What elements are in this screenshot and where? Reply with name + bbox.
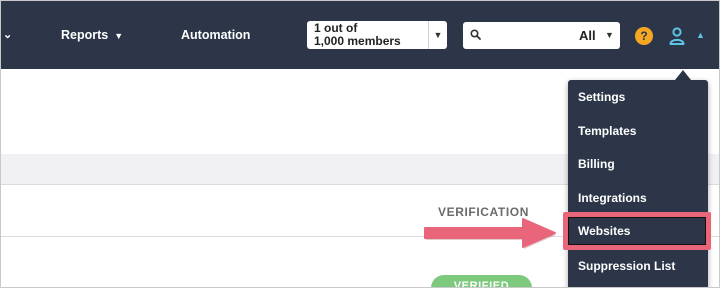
member-count-value: 1 out of 1,000 members: [314, 21, 401, 48]
search-scope-select[interactable]: All: [579, 28, 596, 43]
menu-item-templates[interactable]: Templates: [578, 124, 636, 138]
help-icon[interactable]: ?: [635, 27, 653, 45]
top-navigation-bar: ⌄ Reports ▼ Automation 1 out of 1,000 mem…: [1, 1, 719, 69]
menu-item-integrations[interactable]: Integrations: [578, 191, 647, 205]
chevron-down-icon: ▼: [114, 31, 124, 41]
chevron-down-icon[interactable]: ⌄: [3, 28, 12, 41]
chevron-down-icon[interactable]: ▼: [428, 21, 447, 49]
arrow-right-icon: [424, 218, 556, 249]
status-badge: VERIFIED: [431, 275, 532, 287]
user-dropdown-menu: Settings Templates Billing Integrations …: [568, 80, 708, 287]
nav-reports-label: Reports: [61, 28, 109, 42]
app-frame: ⌄ Reports ▼ Automation 1 out of 1,000 mem…: [0, 0, 720, 288]
menu-caret: [675, 70, 691, 80]
search-icon: [470, 29, 481, 40]
websites-highlight-inner: [568, 217, 706, 245]
chevron-up-icon[interactable]: ▲: [696, 30, 705, 40]
menu-item-billing[interactable]: Billing: [578, 157, 615, 171]
nav-automation[interactable]: Automation: [181, 28, 250, 42]
chevron-down-icon[interactable]: ▼: [605, 30, 614, 40]
menu-item-suppression-list[interactable]: Suppression List: [578, 259, 675, 273]
member-count-select[interactable]: 1 out of 1,000 members ▼: [307, 21, 447, 49]
nav-reports[interactable]: Reports ▼: [61, 28, 123, 42]
websites-highlight: [563, 212, 711, 250]
menu-item-settings[interactable]: Settings: [578, 90, 625, 104]
search-input[interactable]: All ▼: [463, 22, 620, 49]
user-icon[interactable]: [669, 27, 685, 45]
